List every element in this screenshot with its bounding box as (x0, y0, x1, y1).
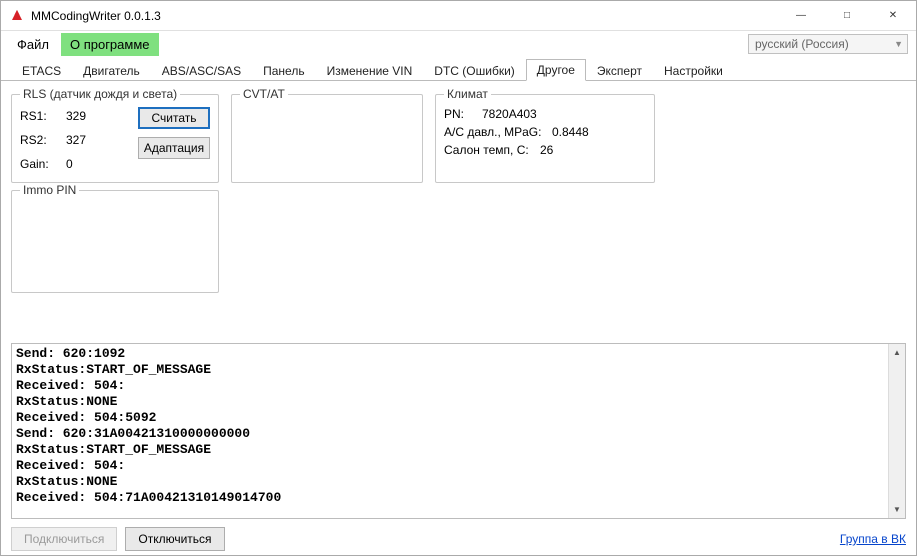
rls-group: RLS (датчик дождя и света) RS1: RS2: Gai… (11, 87, 219, 183)
tab-vin[interactable]: Изменение VIN (316, 60, 424, 81)
maximize-button[interactable]: □ (824, 1, 870, 31)
cvt-legend: CVT/AT (240, 87, 288, 101)
menu-bar: Файл О программе русский (Россия) ▼ (1, 31, 916, 57)
minimize-button[interactable]: — (778, 1, 824, 31)
app-icon (9, 8, 25, 24)
menu-file[interactable]: Файл (9, 34, 57, 55)
rls-rs1-value: 329 (66, 109, 106, 123)
tab-expert[interactable]: Эксперт (586, 60, 653, 81)
log-panel: Send: 620:1092 RxStatus:START_OF_MESSAGE… (11, 343, 906, 519)
language-selected: русский (Россия) (755, 37, 849, 51)
tab-settings[interactable]: Настройки (653, 60, 734, 81)
rls-rs1-label: RS1: (20, 109, 56, 123)
scroll-down-icon[interactable]: ▼ (889, 501, 905, 518)
immo-group: Immo PIN (11, 183, 219, 293)
tab-panel[interactable]: Панель (252, 60, 315, 81)
language-select[interactable]: русский (Россия) ▼ (748, 34, 908, 54)
rls-gain-label: Gain: (20, 157, 56, 171)
cvt-group: CVT/AT (231, 87, 423, 183)
window-title: MMCodingWriter 0.0.1.3 (31, 9, 161, 23)
connect-button[interactable]: Подключиться (11, 527, 117, 551)
climate-pn-label: PN: (444, 107, 474, 121)
title-bar: MMCodingWriter 0.0.1.3 — □ ✕ (1, 1, 916, 31)
rls-read-button[interactable]: Считать (138, 107, 210, 129)
climate-temp-label: Салон темп, C: (444, 143, 532, 157)
rls-rs2-label: RS2: (20, 133, 56, 147)
tab-abs[interactable]: ABS/ASC/SAS (151, 60, 252, 81)
scroll-up-icon[interactable]: ▲ (889, 344, 905, 361)
climate-ac-value: 0.8448 (552, 125, 589, 139)
climate-pn-value: 7820A403 (482, 107, 537, 121)
rls-rs2-value: 327 (66, 133, 106, 147)
tab-engine[interactable]: Двигатель (72, 60, 151, 81)
climate-group: Климат PN: 7820A403 A/C давл., MPaG: 0.8… (435, 87, 655, 183)
chevron-down-icon: ▼ (894, 39, 903, 49)
tab-content-other: RLS (датчик дождя и света) RS1: RS2: Gai… (1, 81, 916, 339)
tab-etacs[interactable]: ETACS (11, 60, 72, 81)
rls-legend: RLS (датчик дождя и света) (20, 87, 180, 101)
immo-legend: Immo PIN (20, 183, 79, 197)
vk-link[interactable]: Группа в ВК (840, 532, 906, 546)
rls-gain-value: 0 (66, 157, 106, 171)
log-text[interactable]: Send: 620:1092 RxStatus:START_OF_MESSAGE… (12, 344, 888, 518)
tab-dtc[interactable]: DTC (Ошибки) (423, 60, 525, 81)
climate-ac-label: A/C давл., MPaG: (444, 125, 544, 139)
climate-temp-value: 26 (540, 143, 553, 157)
disconnect-button[interactable]: Отключиться (125, 527, 224, 551)
footer-bar: Подключиться Отключиться Группа в ВК (1, 519, 916, 559)
tab-strip: ETACS Двигатель ABS/ASC/SAS Панель Измен… (1, 59, 916, 81)
rls-adapt-button[interactable]: Адаптация (138, 137, 210, 159)
climate-legend: Климат (444, 87, 491, 101)
log-scrollbar[interactable]: ▲ ▼ (888, 344, 905, 518)
tab-other[interactable]: Другое (526, 59, 586, 81)
close-button[interactable]: ✕ (870, 1, 916, 31)
menu-about[interactable]: О программе (61, 33, 159, 56)
